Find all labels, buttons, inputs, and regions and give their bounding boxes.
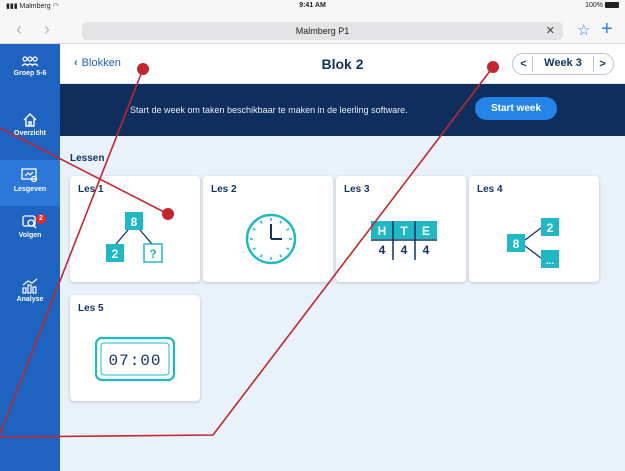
new-tab-button[interactable]: + — [601, 18, 613, 41]
digit-text: 4 — [401, 243, 408, 257]
lesson-card-1[interactable]: Les 1 8 2 ? — [70, 176, 200, 282]
sidebar-item-analysis[interactable]: Analyse — [0, 278, 60, 314]
sidebar-label: Volgen — [18, 232, 42, 239]
digit-text: 8 — [131, 215, 138, 229]
page-header: ‹ Blokken Blok 2 < Week 3 > — [60, 44, 625, 84]
group-icon — [21, 56, 39, 67]
home-icon — [23, 113, 37, 127]
battery-icon — [605, 2, 619, 9]
start-week-banner: Start de week om taken beschikbaar te ma… — [60, 84, 625, 136]
digit-text: 2 — [547, 221, 554, 235]
next-week-button[interactable]: > — [593, 56, 611, 72]
battery-indicator: 100% — [585, 2, 619, 9]
browser-toolbar: ‹ › Malmberg P1 ✕ ☆ + — [0, 14, 625, 44]
sidebar-label: Analyse — [16, 296, 44, 303]
number-split-icon: 8 2 ? — [106, 212, 163, 263]
digital-clock-icon: 07:00 — [94, 336, 176, 382]
app-frame: ▮▮▮ Malmberg ◠ 9:41 AM 100% ‹ › Malmberg… — [0, 0, 625, 471]
sidebar: Groep 5-6 Overzicht Lesgeven 2 Volgen An… — [0, 44, 60, 471]
sidebar-label: Overzicht — [14, 130, 46, 137]
clear-url-button[interactable]: ✕ — [546, 22, 555, 40]
digit-text: 8 — [513, 237, 520, 251]
digit-text: ... — [546, 256, 555, 267]
banner-text: Start de week om taken beschikbaar te ma… — [130, 105, 408, 115]
bookmark-button[interactable]: ☆ — [577, 21, 590, 39]
sidebar-item-teach[interactable]: Lesgeven — [0, 160, 60, 206]
digit-text: 2 — [112, 247, 119, 261]
section-title: Lessen — [70, 153, 105, 164]
browser-forward-button[interactable]: › — [44, 20, 50, 38]
lesson-card-2[interactable]: Les 2 — [203, 176, 333, 282]
sidebar-label: Groep 5-6 — [13, 70, 47, 77]
status-time: 9:41 AM — [299, 2, 326, 9]
digit-text: 4 — [423, 243, 430, 257]
sidebar-item-overview[interactable]: Overzicht — [0, 112, 60, 146]
lessons-area: Lessen Les 1 8 2 ? Les 2 Les 3 H T E 4 4… — [60, 136, 625, 471]
notification-badge: 2 — [36, 214, 46, 224]
clock-time: 07:00 — [108, 352, 161, 370]
clock-icon — [245, 213, 297, 265]
sidebar-item-group[interactable]: Groep 5-6 — [0, 56, 60, 90]
start-week-button[interactable]: Start week — [475, 97, 557, 120]
number-branch-icon: 8 2 ... — [507, 218, 559, 268]
week-selector: < Week 3 > — [512, 53, 614, 75]
sidebar-item-track[interactable]: 2 Volgen — [0, 214, 60, 250]
lesson-card-3[interactable]: Les 3 H T E 4 4 4 — [336, 176, 466, 282]
digit-text: ? — [149, 247, 156, 261]
sidebar-label: Lesgeven — [13, 186, 47, 193]
teach-icon — [21, 168, 38, 183]
column-header: E — [422, 224, 430, 238]
column-header: T — [400, 224, 408, 238]
status-bar: ▮▮▮ Malmberg ◠ 9:41 AM 100% — [0, 0, 625, 14]
place-value-table-icon: H T E 4 4 4 — [371, 221, 437, 260]
analysis-icon — [22, 278, 38, 294]
lesson-card-4[interactable]: Les 4 8 2 ... — [469, 176, 599, 282]
week-label: Week 3 — [544, 57, 582, 69]
browser-back-button[interactable]: ‹ — [16, 20, 22, 38]
digit-text: 4 — [379, 243, 386, 257]
address-bar[interactable]: Malmberg P1 ✕ — [82, 22, 563, 40]
column-header: H — [378, 224, 387, 238]
address-text: Malmberg P1 — [295, 26, 350, 36]
lesson-card-5[interactable]: Les 5 07:00 — [70, 295, 200, 401]
previous-week-button[interactable]: < — [515, 56, 533, 72]
